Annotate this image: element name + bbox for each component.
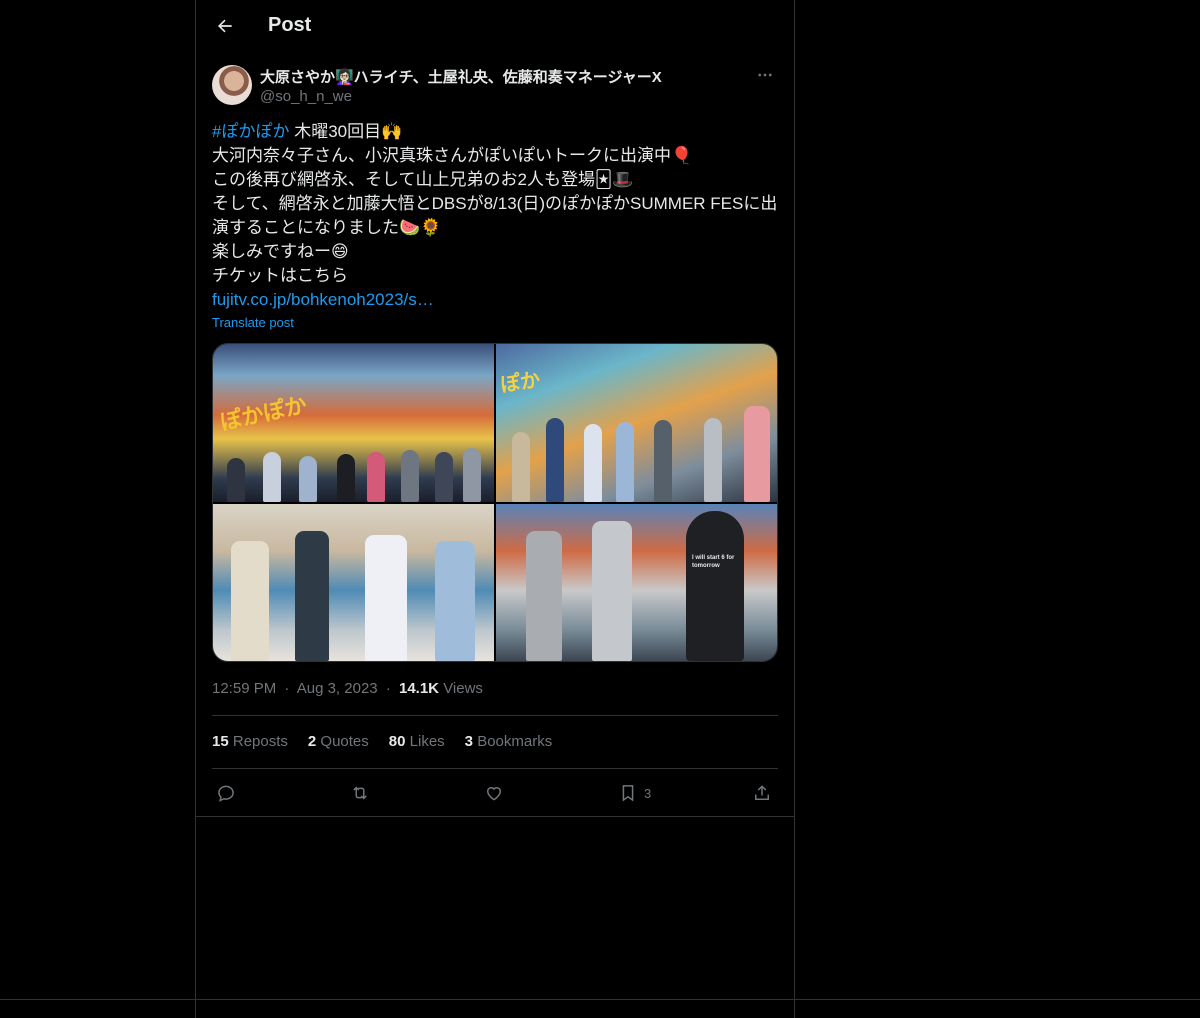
bookmarks-label: Bookmarks <box>477 733 553 750</box>
more-horizontal-icon <box>758 73 772 77</box>
translate-post-link[interactable]: Translate post <box>212 315 294 330</box>
heart-icon <box>486 787 502 801</box>
photo-4[interactable]: I will start 6 for tomorrow <box>496 503 777 661</box>
photo-2-sign: ぽか <box>499 369 542 397</box>
bookmark-icon <box>622 785 634 802</box>
post-text: #ぽかぽか 木曜30回目🙌 大河内奈々子さん、小沢真珠さんがぽいぽいトークに出演… <box>212 120 778 312</box>
reposts-label: Reposts <box>232 733 288 750</box>
header: Post <box>196 0 794 53</box>
repost-button[interactable] <box>350 781 370 805</box>
reply-icon <box>218 785 234 802</box>
bookmarks-stat[interactable]: 3 Bookmarks <box>465 733 553 750</box>
quotes-count: 2 <box>307 733 317 750</box>
back-button[interactable] <box>208 9 242 43</box>
post-bottom-border <box>196 816 794 817</box>
photo-1[interactable]: ぽかぽか <box>213 344 494 502</box>
more-button[interactable] <box>754 66 776 86</box>
post-line-4: そして、網啓永と加藤大悟とDBSが8/13(日)のぽかぽかSUMMER FESに… <box>212 194 778 213</box>
reposts-stat[interactable]: 15 Reposts <box>212 733 288 750</box>
post-column: Post 大原さやか👩🏻‍🏫ハライチ、土屋礼央、佐藤和奏マネージャーX @so_… <box>195 0 795 1018</box>
divider <box>212 715 778 716</box>
post-date[interactable]: Aug 3, 2023 <box>297 680 378 697</box>
post-line-7: チケットはこちら <box>212 266 348 285</box>
likes-stat[interactable]: 80 Likes <box>389 733 445 750</box>
post-meta: 12:59 PM · Aug 3, 2023 · 14.1K Views <box>212 680 483 697</box>
bookmark-button[interactable]: 3 <box>618 781 651 805</box>
photo-3[interactable] <box>213 503 494 661</box>
author-display-name[interactable]: 大原さやか👩🏻‍🏫ハライチ、土屋礼央、佐藤和奏マネージャーX <box>260 66 662 87</box>
post-line-3: この後再び網啓永、そして山上兄弟のお2人も登場🃏🎩 <box>212 170 634 189</box>
likes-count: 80 <box>388 733 406 750</box>
like-button[interactable] <box>484 781 504 805</box>
post-line-6: 楽しみですねー😄 <box>212 242 349 261</box>
arrow-left-icon <box>218 19 232 33</box>
page-title: Post <box>268 14 312 36</box>
photo-2[interactable]: ぽか <box>496 344 777 502</box>
share-button[interactable] <box>752 781 772 805</box>
photo-4-shirt-text: I will start 6 for tomorrow <box>692 554 735 569</box>
meta-separator: · <box>385 680 391 697</box>
meta-separator: · <box>284 680 290 697</box>
views-count: 14.1K <box>398 680 440 697</box>
quotes-stat[interactable]: 2 Quotes <box>308 733 369 750</box>
post-line-1: #ぽかぽか 木曜30回目🙌 <box>212 120 778 144</box>
likes-label: Likes <box>409 733 445 750</box>
avatar[interactable] <box>212 65 252 105</box>
quotes-label: Quotes <box>320 733 369 750</box>
reply-button[interactable] <box>216 781 236 805</box>
reposts-count: 15 <box>212 733 229 750</box>
post-time[interactable]: 12:59 PM <box>212 680 276 697</box>
bookmark-count: 3 <box>644 785 652 801</box>
action-bar: 3 <box>212 781 778 805</box>
ticket-link[interactable]: fujitv.co.jp/bohkenoh2023/s… <box>212 290 434 309</box>
divider <box>212 768 778 769</box>
post-line-2: 大河内奈々子さん、小沢真珠さんがぽいぽいトークに出演中🎈 <box>212 146 693 165</box>
photo-1-sign: ぽかぽか <box>217 392 309 435</box>
media-grid: ぽかぽか ぽか I will start 6 for tomorrow <box>212 343 778 662</box>
views-label: Views <box>443 680 483 697</box>
post-stats: 15 Reposts 2 Quotes 80 Likes 3 Bookmarks <box>212 733 552 750</box>
author-handle[interactable]: @so_h_n_we <box>260 88 352 105</box>
post-author: 大原さやか👩🏻‍🏫ハライチ、土屋礼央、佐藤和奏マネージャーX @so_h_n_w… <box>212 64 778 108</box>
bookmarks-count: 3 <box>464 733 474 750</box>
share-icon <box>755 785 769 800</box>
post-line-1-text: 木曜30回目🙌 <box>289 122 403 141</box>
hashtag-link[interactable]: #ぽかぽか <box>212 122 289 141</box>
page-bottom-border <box>0 999 1200 1000</box>
post-line-5: 演することになりました🍉🌻 <box>212 218 442 237</box>
repost-icon <box>353 786 367 800</box>
